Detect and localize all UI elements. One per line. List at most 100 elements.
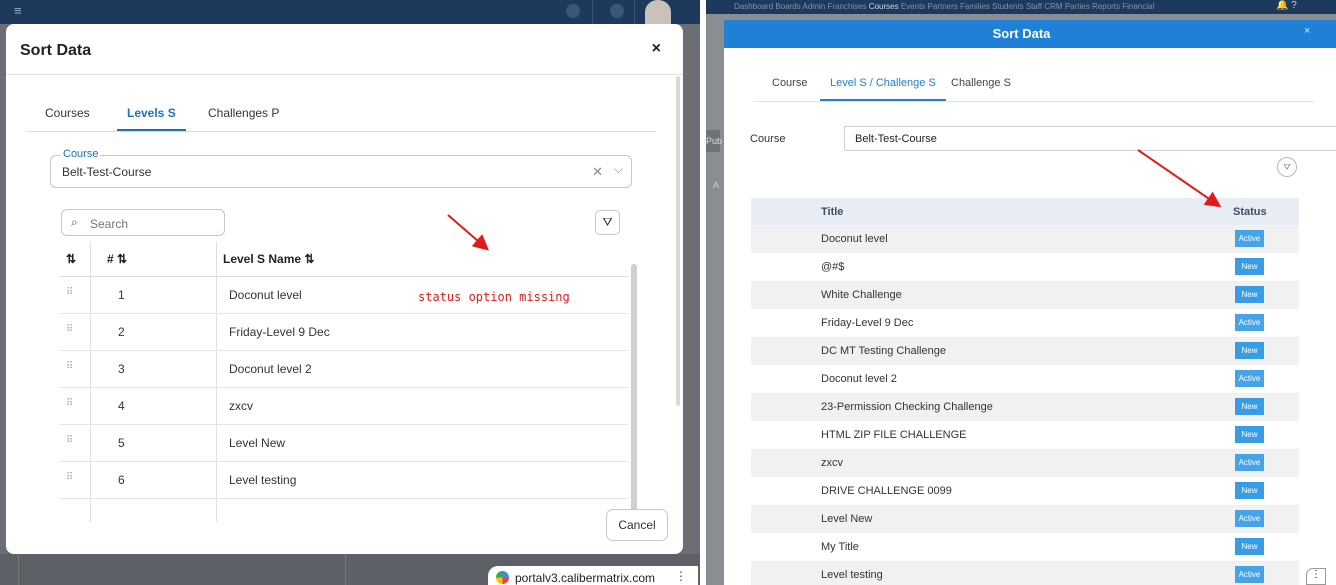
hamburger-menu-icon[interactable]: ≡ — [14, 3, 22, 18]
tab-challenges[interactable]: Challenges P — [208, 106, 279, 120]
row-number: 5 — [118, 436, 125, 450]
sort-order-header[interactable]: ⇅ — [66, 252, 76, 266]
avatar[interactable] — [645, 0, 671, 24]
table-row[interactable]: Level New Active — [751, 505, 1299, 533]
search-placeholder: Search — [90, 217, 129, 231]
table-row[interactable]: @#$ New — [751, 253, 1299, 281]
nav-link-franchises[interactable]: Franchises — [827, 2, 866, 11]
nav-link-reports[interactable]: Reports — [1092, 2, 1120, 11]
table-row[interactable]: DRIVE CHALLENGE 0099 New — [751, 477, 1299, 505]
table-row[interactable]: White Challenge New — [751, 281, 1299, 309]
table-row[interactable]: HTML ZIP FILE CHALLENGE New — [751, 421, 1299, 449]
help-icon[interactable]: ? — [1291, 0, 1297, 11]
close-icon[interactable]: × — [1304, 25, 1310, 37]
more-options-icon[interactable]: ⋮ — [675, 569, 687, 583]
background-column-line — [345, 554, 346, 585]
filter-button[interactable]: ⛛ — [595, 210, 620, 235]
status-badge: New — [1235, 426, 1264, 443]
row-title: Friday-Level 9 Dec — [821, 317, 914, 329]
table-scrollbar[interactable] — [631, 264, 637, 522]
nav-link-financial[interactable]: Financial — [1122, 2, 1154, 11]
background-side-label: Pub — [706, 130, 722, 152]
nav-link-courses[interactable]: Courses — [869, 2, 899, 11]
table-row[interactable]: My Title New — [751, 533, 1299, 561]
table-row[interactable]: DC MT Testing Challenge New — [751, 337, 1299, 365]
close-icon[interactable]: × — [652, 40, 661, 58]
row-level-name: Level testing — [229, 473, 297, 487]
nav-link-boards[interactable]: Boards — [775, 2, 800, 11]
drag-handle-icon[interactable]: ⠿ — [66, 324, 73, 335]
bell-icon[interactable]: 🔔 — [1276, 0, 1288, 11]
nav-link-parties[interactable]: Parties — [1065, 2, 1090, 11]
status-badge: Active — [1235, 370, 1264, 387]
row-title: My Title — [821, 541, 859, 553]
sort-table: Title Status Doconut level Active @#$ New … — [751, 198, 1299, 585]
help-icon[interactable] — [610, 4, 624, 18]
table-row[interactable]: ⠿ 5 Level New — [60, 425, 628, 462]
course-input[interactable]: Belt-Test-Course — [844, 126, 1336, 151]
sort-data-modal: Sort Data × Course Level S / Challenge S… — [724, 20, 1336, 585]
nav-link-dashboard[interactable]: Dashboard — [734, 2, 773, 11]
browser-status-pill: portalv3.calibermatrix.com ⋮ — [488, 566, 698, 585]
background-side-label: A — [713, 180, 720, 190]
row-level-name: zxcv — [229, 399, 253, 413]
more-options-icon[interactable]: ⋮ — [1306, 568, 1326, 585]
table-row[interactable]: Friday-Level 9 Dec Active — [751, 309, 1299, 337]
left-screenshot: ≡ Sort Data × Courses Levels S Challenge… — [0, 0, 700, 585]
drag-handle-icon[interactable]: ⠿ — [66, 361, 73, 372]
nav-link-students[interactable]: Students — [992, 2, 1024, 11]
row-title: @#$ — [821, 261, 845, 273]
status-badge: Active — [1235, 314, 1264, 331]
tab-courses[interactable]: Courses — [45, 106, 90, 120]
table-row[interactable]: Doconut level 2 Active — [751, 365, 1299, 393]
modal-scrollbar[interactable] — [676, 76, 680, 406]
nav-link-events[interactable]: Events — [901, 2, 925, 11]
tab-level-challenge[interactable]: Level S / Challenge S — [820, 77, 946, 101]
table-row[interactable]: zxcv Active — [751, 449, 1299, 477]
modal-title: Sort Data — [20, 42, 92, 59]
table-row[interactable]: 23-Permission Checking Challenge New — [751, 393, 1299, 421]
modal-header-divider — [6, 74, 683, 75]
clear-icon[interactable]: ✕ — [592, 164, 603, 180]
number-header[interactable]: # ⇅ — [107, 252, 127, 266]
tab-course[interactable]: Course — [772, 77, 807, 89]
chrome-icon — [496, 571, 509, 584]
level-name-header[interactable]: Level S Name ⇅ — [223, 252, 314, 266]
cancel-button[interactable]: Cancel — [606, 509, 668, 541]
app-nav-bar: Dashboard Boards Admin Franchises Course… — [706, 0, 1336, 14]
table-row[interactable]: ⠿ 2 Friday-Level 9 Dec — [60, 314, 628, 351]
nav-links: Dashboard Boards Admin Franchises Course… — [734, 2, 1154, 11]
status-header: Status — [1233, 206, 1267, 218]
drag-handle-icon[interactable]: ⠿ — [66, 398, 73, 409]
chevron-down-icon[interactable]: ⌵ — [614, 162, 623, 177]
course-select-value: Belt-Test-Course — [62, 165, 152, 179]
table-body: Doconut level Active @#$ New White Challen… — [751, 225, 1299, 585]
row-title: White Challenge — [821, 289, 902, 301]
filter-icon[interactable]: ⛛ — [1277, 157, 1297, 177]
table-row[interactable]: ⠿ 6 Level testing — [60, 462, 628, 499]
tab-challenge[interactable]: Challenge S — [951, 77, 1011, 89]
table-row[interactable]: Doconut level Active — [751, 225, 1299, 253]
table-row[interactable]: Level testing Active — [751, 561, 1299, 585]
course-select[interactable]: Course Belt-Test-Course ✕ ⌵ — [50, 148, 632, 188]
status-badge: Active — [1235, 566, 1264, 583]
tab-bar: Course Level S / Challenge S Challenge S — [754, 70, 1314, 102]
nav-link-admin[interactable]: Admin — [803, 2, 826, 11]
search-input[interactable]: ⌕ Search — [61, 209, 225, 236]
bell-icon[interactable] — [566, 4, 580, 18]
status-badge: New — [1235, 538, 1264, 555]
status-badge: New — [1235, 258, 1264, 275]
table-row[interactable]: ⠿ 4 zxcv — [60, 388, 628, 425]
nav-link-staff[interactable]: Staff — [1026, 2, 1042, 11]
nav-link-partners[interactable]: Partners — [928, 2, 958, 11]
row-title: Doconut level — [821, 233, 888, 245]
table-header: Title Status — [751, 198, 1299, 225]
drag-handle-icon[interactable]: ⠿ — [66, 287, 73, 298]
levels-table: ⇅ # ⇅ Level S Name ⇅ ⠿ 1 Doconut level ⠿… — [60, 242, 628, 522]
drag-handle-icon[interactable]: ⠿ — [66, 472, 73, 483]
nav-link-families[interactable]: Families — [960, 2, 990, 11]
table-row[interactable]: ⠿ 3 Doconut level 2 — [60, 351, 628, 388]
nav-link-crm[interactable]: CRM — [1044, 2, 1062, 11]
drag-handle-icon[interactable]: ⠿ — [66, 435, 73, 446]
tab-levels[interactable]: Levels S — [117, 106, 186, 131]
